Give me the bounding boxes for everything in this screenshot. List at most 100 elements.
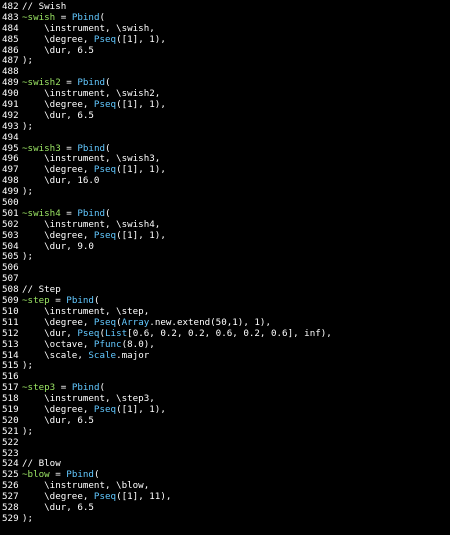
- code-token: =: [49, 469, 67, 481]
- code-token: Pbind: [71, 11, 100, 23]
- code-editor[interactable]: 482// Swish 483 ~swish = Pbind(484 \instru…: [0, 0, 450, 535]
- code-line[interactable]: 522: [0, 436, 450, 449]
- code-token: \octave,: [22, 338, 94, 350]
- code-token: Pseq: [77, 327, 100, 339]
- code-line[interactable]: 487);: [0, 56, 450, 67]
- code-token: \instrument, \swish2,: [22, 88, 161, 100]
- code-token: \dur, 6.5: [22, 414, 94, 426]
- code-token: ~step3: [22, 382, 56, 394]
- code-text: );: [20, 121, 33, 133]
- code-token: \dur, 6.5: [22, 501, 94, 513]
- line-number: 494: [2, 131, 19, 143]
- code-token: ~blow: [22, 469, 50, 481]
- code-token: (: [105, 142, 111, 154]
- code-token: Pseq: [93, 403, 117, 415]
- code-token: =: [60, 207, 78, 219]
- code-token: ~swish: [22, 11, 56, 23]
- code-token: Array: [121, 316, 150, 328]
- code-token: \instrument, \blow,: [22, 480, 150, 492]
- code-token: Pbind: [77, 207, 106, 219]
- code-text: );: [20, 512, 34, 525]
- code-token: ([1], 1),: [116, 403, 166, 415]
- code-token: );: [22, 360, 34, 372]
- code-line[interactable]: 498 \dur, 16.0: [0, 175, 450, 187]
- code-token: \degree,: [22, 316, 94, 328]
- code-token: \degree,: [22, 229, 94, 241]
- code-token: Pseq: [93, 316, 117, 328]
- code-token: Pseq: [93, 164, 117, 176]
- line-number: 529: [2, 512, 19, 524]
- code-token: \instrument, \swish3,: [22, 153, 161, 165]
- code-line[interactable]: 507: [0, 273, 450, 285]
- code-token: );: [22, 512, 34, 524]
- code-line[interactable]: 499);: [0, 186, 450, 198]
- code-token: =: [55, 382, 72, 394]
- line-number: 503: [2, 229, 19, 241]
- line-number: 512: [2, 327, 19, 339]
- code-line[interactable]: 515);: [0, 360, 450, 372]
- code-lines: 482// Swish 483 ~swish = Pbind(484 \instru…: [0, 1, 450, 525]
- code-token: Pseq: [93, 229, 117, 241]
- code-token: ~swish3: [22, 142, 61, 154]
- code-line[interactable]: 521);: [0, 425, 450, 438]
- code-token: \instrument, \swish,: [22, 22, 155, 34]
- line-number: 485: [2, 33, 19, 45]
- line-number: 513: [2, 338, 19, 350]
- code-token: Pbind: [66, 295, 94, 307]
- code-token: Pseq: [93, 33, 117, 45]
- code-token: =: [60, 77, 78, 89]
- code-token: \degree,: [22, 99, 94, 111]
- code-token: \instrument, \step,: [22, 305, 150, 317]
- code-token: \dur, 16.0: [22, 175, 100, 187]
- code-token: ~step: [22, 295, 50, 307]
- code-token: Pbind: [77, 77, 106, 89]
- line-number: 521: [2, 425, 19, 437]
- code-token: Pbind: [71, 382, 100, 394]
- code-token: \degree,: [22, 491, 94, 503]
- code-line[interactable]: 523: [0, 448, 450, 460]
- code-token: ([1], 1),: [116, 33, 166, 45]
- code-token: Scale: [88, 349, 117, 361]
- code-token: \scale,: [22, 349, 89, 361]
- code-token: \dur, 9.0: [22, 240, 94, 252]
- code-token: Pseq: [93, 99, 117, 111]
- code-token: Pbind: [66, 469, 94, 481]
- line-number: 522: [2, 436, 19, 448]
- code-text: \scale, Scale.major: [20, 349, 149, 362]
- code-token: =: [60, 142, 78, 154]
- code-token: (: [105, 207, 111, 219]
- code-token: // Blow: [22, 458, 61, 470]
- code-text: );: [20, 56, 33, 67]
- code-token: // Swish: [22, 1, 67, 12]
- code-text: );: [20, 186, 34, 198]
- code-token: [0.6, 0.2, 0.2, 0.6, 0.2, 0.6], inf),: [127, 327, 332, 339]
- code-token: // Step: [22, 284, 61, 296]
- code-token: (: [99, 382, 106, 394]
- code-token: (: [93, 295, 100, 307]
- code-line[interactable]: 486 \dur, 6.5: [0, 44, 450, 57]
- code-line[interactable]: 520 \dur, 6.5: [0, 414, 450, 427]
- code-line[interactable]: 492 \dur, 6.5: [0, 110, 450, 122]
- code-token: ~swish4: [22, 207, 61, 219]
- code-line[interactable]: 506: [0, 262, 450, 274]
- code-line[interactable]: 528 \dur, 6.5: [0, 501, 450, 514]
- code-token: \dur, 6.5: [22, 44, 94, 56]
- code-token: (: [99, 11, 106, 23]
- code-token: .new.extend(50,1), 1),: [149, 316, 271, 328]
- code-token: ([1], 1),: [116, 164, 166, 176]
- code-token: );: [22, 186, 34, 198]
- code-line[interactable]: 493);: [0, 121, 450, 133]
- code-line[interactable]: 505);: [0, 252, 450, 263]
- code-line[interactable]: 529);: [0, 512, 450, 525]
- code-line[interactable]: 504 \dur, 9.0: [0, 240, 450, 253]
- code-token: );: [22, 251, 34, 263]
- code-token: Pfunc: [93, 338, 122, 350]
- code-line[interactable]: 514 \scale, Scale.major: [0, 349, 450, 362]
- code-token: \degree,: [22, 164, 94, 176]
- code-token: \instrument, \swish4,: [22, 218, 161, 230]
- code-token: \degree,: [22, 403, 94, 415]
- code-token: List: [105, 327, 128, 339]
- code-token: );: [22, 55, 34, 67]
